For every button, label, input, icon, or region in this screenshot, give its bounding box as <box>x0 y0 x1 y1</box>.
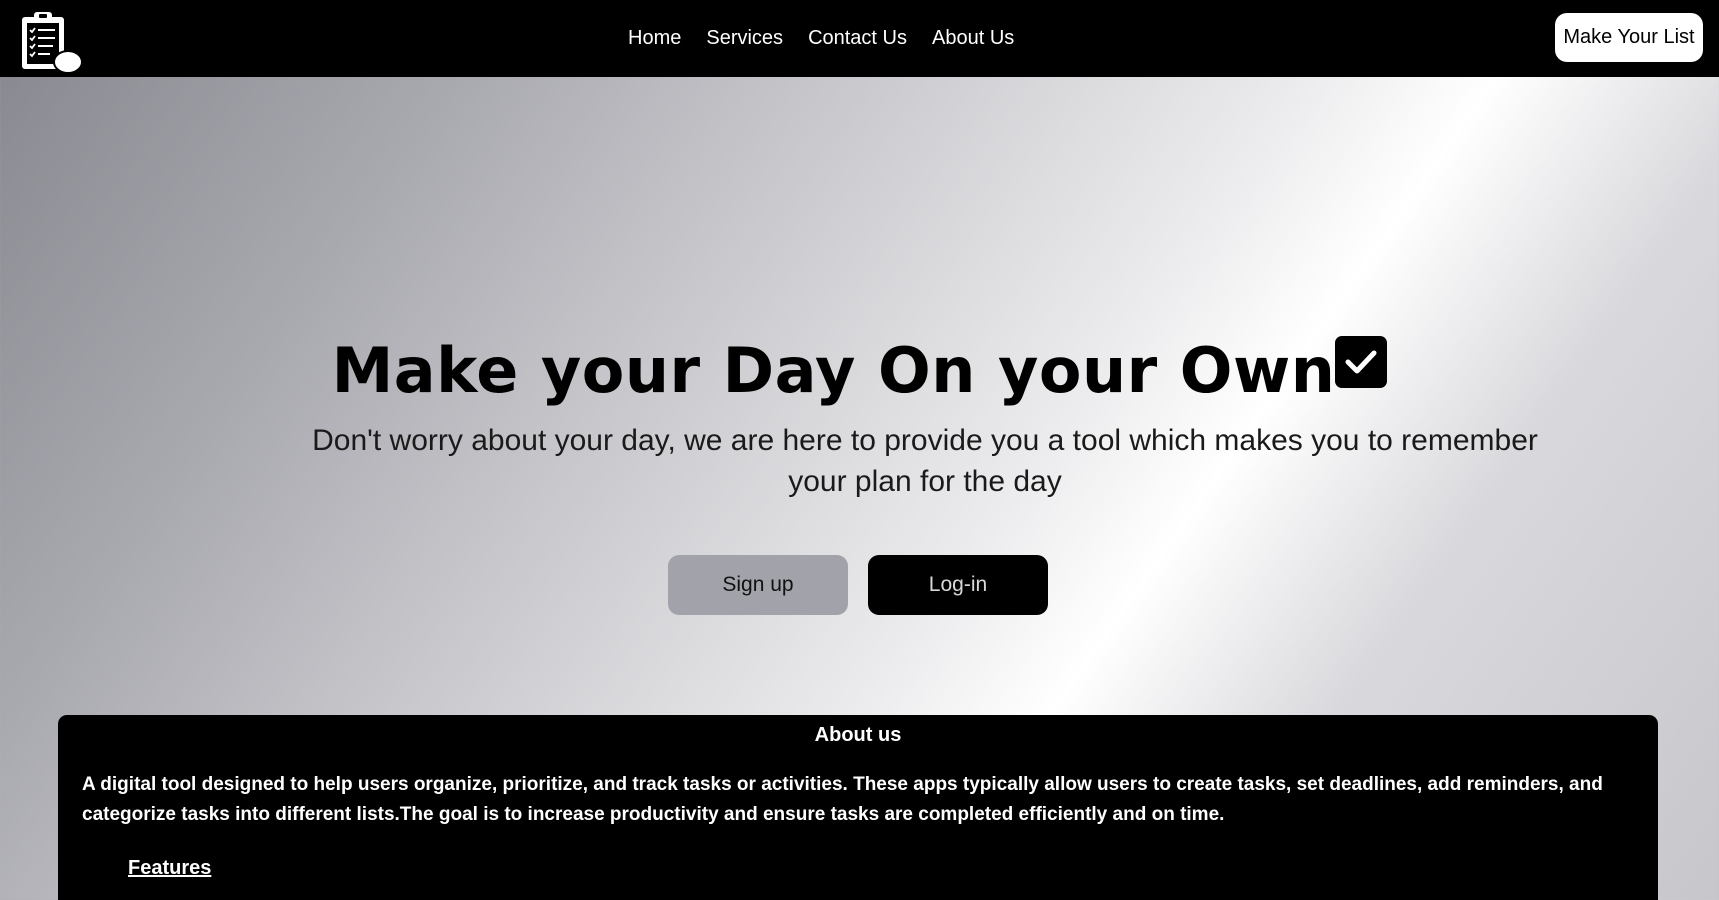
navbar: Home Services Contact Us About Us Make Y… <box>0 0 1719 77</box>
nav-link-home[interactable]: Home <box>628 27 681 50</box>
about-heading: About us <box>814 724 902 746</box>
clipboard-checklist-icon[interactable] <box>20 10 84 74</box>
nav-link-contact-us[interactable]: Contact Us <box>808 27 907 50</box>
hero-title-text: Make your Day On your Own <box>331 334 1336 407</box>
hero-subtitle: Don't worry about your day, we are here … <box>312 424 1538 498</box>
checkbox-checked-icon <box>1335 336 1388 388</box>
main-nav: Home Services Contact Us About Us <box>628 0 1014 77</box>
nav-link-about-us[interactable]: About Us <box>932 27 1014 50</box>
signup-button[interactable]: Sign up <box>668 555 848 615</box>
features-link[interactable]: Features <box>128 857 211 880</box>
hero-title: Make your Day On your Own <box>0 330 1719 412</box>
login-button[interactable]: Log-in <box>868 555 1048 615</box>
nav-link-services[interactable]: Services <box>706 27 783 50</box>
about-section: About us A digital tool designed to help… <box>58 715 1658 900</box>
make-your-list-button[interactable]: Make Your List <box>1555 13 1703 62</box>
about-description: A digital tool designed to help users or… <box>82 774 1603 825</box>
